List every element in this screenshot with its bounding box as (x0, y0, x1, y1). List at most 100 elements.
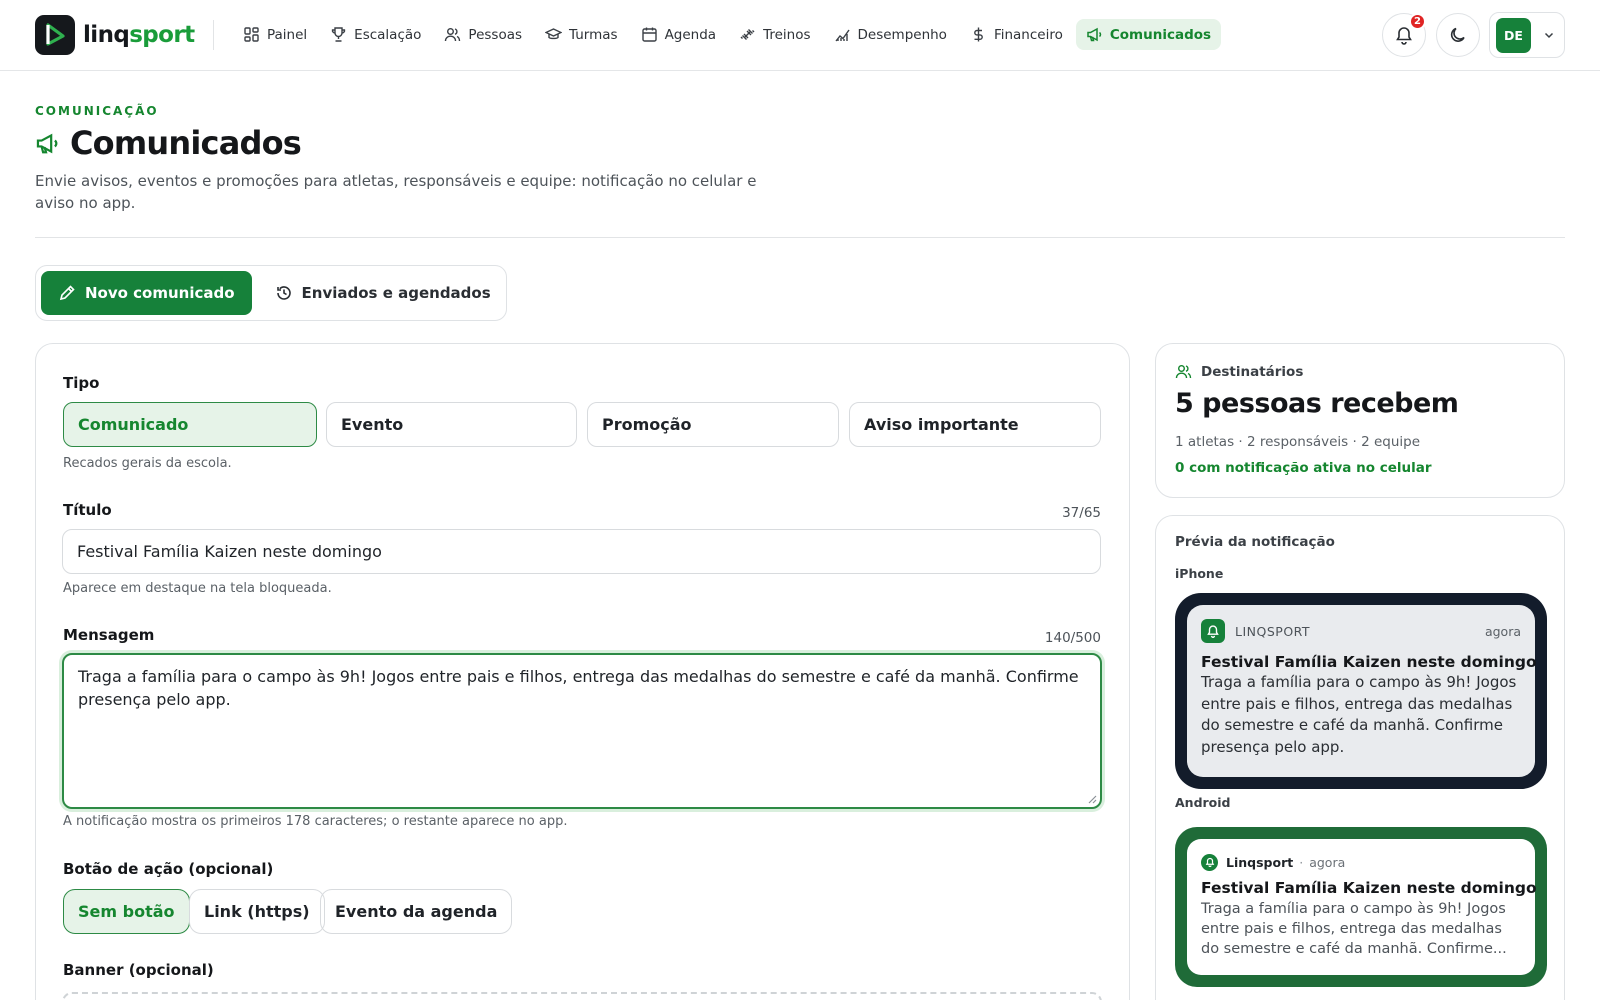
recipients-heading-text: Destinatários (1201, 363, 1304, 380)
type-hint: Recados gerais da escola. (63, 456, 232, 471)
nav-label: Painel (267, 26, 308, 43)
dollar-icon (970, 26, 994, 43)
action-option-agenda-event[interactable]: Evento da agenda (320, 889, 513, 934)
nav-label: Agenda (664, 26, 717, 43)
nav-label: Financeiro (993, 26, 1063, 43)
action-option-link[interactable]: Link (https) (189, 889, 325, 934)
users-icon (1175, 363, 1201, 380)
app-bell-icon (1201, 853, 1218, 871)
chevron-down-icon (1531, 29, 1555, 41)
brand-name: linqsport (83, 22, 195, 48)
nav-item-turmas[interactable]: Turmas (535, 19, 628, 50)
message-hint: A notificação mostra os primeiros 178 ca… (63, 814, 568, 829)
megaphone-icon (1086, 26, 1110, 43)
iphone-preview: LINQSPORT agora Festival Família Kaizen … (1175, 593, 1547, 789)
banner-dropzone[interactable] (62, 992, 1102, 1000)
recipients-breakdown: 1 atletas · 2 responsáveis · 2 equipe (1175, 434, 1421, 450)
bell-icon (1394, 25, 1414, 45)
tab-label: Enviados e agendados (301, 284, 491, 302)
tab-new-announcement[interactable]: Novo comunicado (41, 271, 252, 315)
nav-item-agenda[interactable]: Agenda (631, 19, 727, 50)
pencil-icon (58, 284, 85, 302)
page-title: Comunicados (35, 124, 302, 162)
dashboard-icon (243, 26, 267, 43)
nav-label: Desempenho (857, 26, 947, 43)
nav-item-escalacao[interactable]: Escalação (320, 19, 431, 50)
notification-badge: 2 (1409, 13, 1426, 30)
message-label: Mensagem (63, 626, 155, 644)
type-option-promocao[interactable]: Promoção (587, 402, 839, 447)
tab-label: Novo comunicado (85, 284, 235, 302)
ios-app-name: LINQSPORT (1235, 623, 1311, 639)
notifications-button[interactable]: 2 (1382, 13, 1426, 57)
ios-time: agora (1484, 624, 1521, 639)
recipients-count: 5 pessoas recebem (1175, 388, 1459, 419)
calendar-icon (641, 26, 665, 43)
nav-item-comunicados[interactable]: Comunicados (1075, 19, 1222, 50)
recipients-active-devices: 0 com notificação ativa no celular (1175, 460, 1432, 476)
users-icon (444, 26, 468, 43)
nav-label: Pessoas (468, 26, 523, 43)
moon-icon (1448, 25, 1468, 45)
header-divider (35, 237, 1565, 238)
nav-item-financeiro[interactable]: Financeiro (960, 19, 1073, 50)
android-label: Android (1175, 795, 1231, 810)
ios-notification: LINQSPORT agora Festival Família Kaizen … (1187, 605, 1537, 777)
dumbbell-icon (739, 26, 763, 43)
app-bell-icon (1201, 619, 1225, 643)
banner-label: Banner (opcional) (63, 961, 214, 979)
chart-icon (834, 26, 858, 43)
title-label: Título (63, 501, 112, 519)
logo-mark-icon (35, 15, 75, 55)
nav-item-treinos[interactable]: Treinos (729, 19, 820, 50)
recipients-card: Destinatários 5 pessoas recebem 1 atleta… (1155, 343, 1565, 498)
page-eyebrow: COMUNICAÇÃO (35, 104, 159, 118)
android-separator: · (1299, 854, 1304, 870)
android-body: Traga a família para o campo às 9h! Jogo… (1201, 901, 1507, 957)
recipients-heading: Destinatários (1175, 363, 1303, 380)
page-description: Envie avisos, eventos e promoções para a… (35, 172, 757, 212)
message-textarea[interactable]: Traga a família para o campo às 9h! Jogo… (62, 653, 1102, 809)
type-option-comunicado[interactable]: Comunicado (63, 402, 317, 447)
android-time: agora (1309, 854, 1346, 870)
nav-item-pessoas[interactable]: Pessoas (434, 19, 532, 50)
title-char-counter: 37/65 (1062, 505, 1101, 521)
message-text: Traga a família para o campo às 9h! Jogo… (78, 667, 1079, 709)
top-bar: linqsport Painel Escalação Pessoas Turma… (0, 0, 1600, 71)
trophy-icon (330, 26, 354, 43)
notification-preview-card: Prévia da notificação iPhone LINQSPORT a… (1155, 515, 1565, 1000)
type-option-evento[interactable]: Evento (326, 402, 577, 447)
action-option-none[interactable]: Sem botão (63, 889, 190, 934)
nav-divider (213, 20, 214, 50)
preview-heading: Prévia da notificação (1175, 534, 1335, 550)
nav-label: Comunicados (1109, 26, 1212, 43)
nav-label: Treinos (763, 26, 811, 43)
title-hint: Aparece em destaque na tela bloqueada. (63, 581, 332, 596)
android-preview: Linqsport · agora Festival Família Kaize… (1175, 827, 1547, 987)
iphone-label: iPhone (1175, 566, 1224, 581)
tab-sent-scheduled[interactable]: Enviados e agendados (258, 271, 508, 315)
history-icon (275, 284, 302, 302)
ios-body: Traga a família para o campo às 9h! Jogo… (1201, 673, 1517, 756)
avatar: DE (1496, 17, 1531, 53)
nav-item-painel[interactable]: Painel (233, 19, 317, 50)
title-input[interactable]: Festival Família Kaizen neste domingo (62, 529, 1101, 574)
main-nav: Painel Escalação Pessoas Turmas Agenda T… (233, 19, 1224, 50)
page-title-text: Comunicados (70, 124, 302, 162)
android-app-name: Linqsport (1226, 854, 1294, 870)
theme-toggle-button[interactable] (1436, 13, 1480, 57)
nav-item-desempenho[interactable]: Desempenho (824, 19, 957, 50)
android-notification: Linqsport · agora Festival Família Kaize… (1187, 839, 1537, 975)
megaphone-icon (35, 131, 60, 156)
resize-handle-icon[interactable] (1087, 794, 1097, 804)
message-char-counter: 140/500 (1044, 630, 1101, 646)
view-tabs: Novo comunicado Enviados e agendados (35, 265, 507, 321)
type-option-aviso-importante[interactable]: Aviso importante (849, 402, 1101, 447)
ios-title: Festival Família Kaizen neste domingo (1201, 653, 1537, 671)
user-menu[interactable]: DE (1489, 12, 1565, 58)
graduation-cap-icon (545, 26, 569, 43)
nav-label: Escalação (354, 26, 422, 43)
nav-label: Turmas (569, 26, 618, 43)
android-title: Festival Família Kaizen neste domingo (1201, 879, 1537, 897)
brand-logo[interactable]: linqsport (35, 15, 195, 55)
